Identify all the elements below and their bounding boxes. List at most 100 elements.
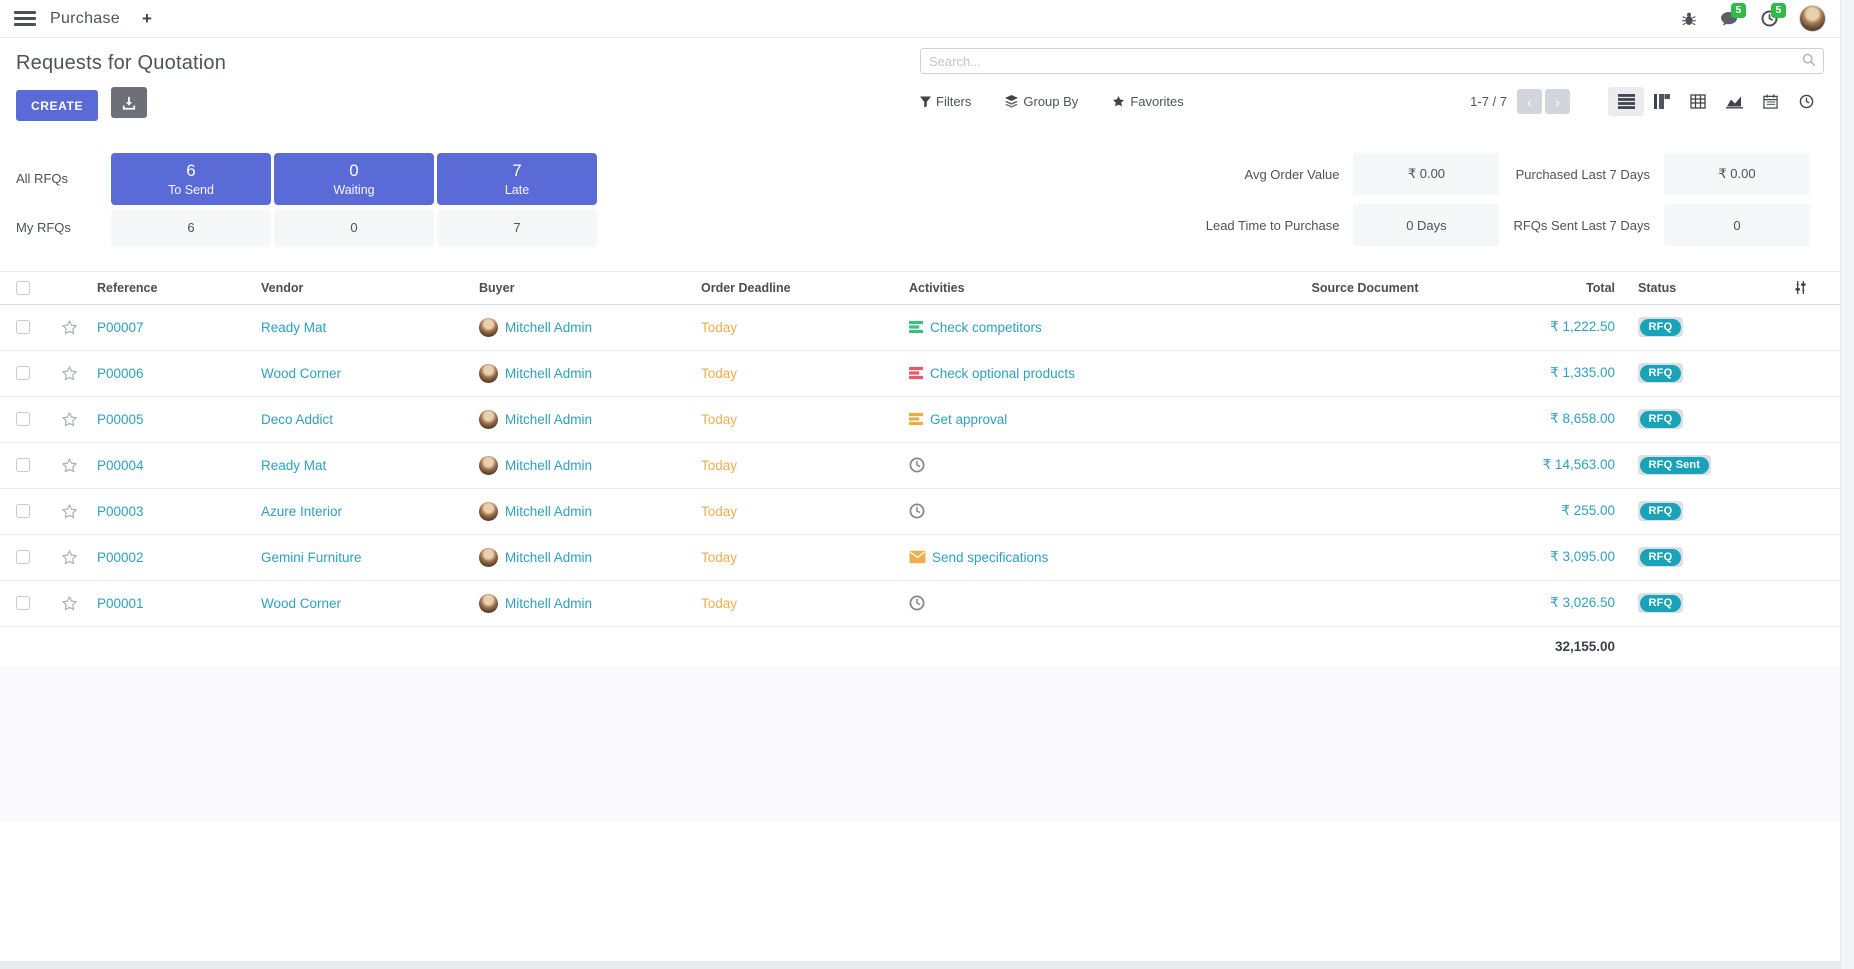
tasks-icon[interactable] [909, 412, 924, 426]
kpi-card-waiting[interactable]: 0 Waiting [274, 153, 434, 205]
table-header-row: Reference Vendor Buyer Order Deadline Ac… [0, 271, 1840, 305]
clock-icon[interactable] [909, 595, 925, 611]
reference-link[interactable]: P00005 [92, 412, 256, 427]
export-button[interactable] [111, 87, 147, 118]
favorite-star-icon[interactable] [61, 319, 78, 336]
table-row[interactable]: P00004 Ready Mat Mitchell Admin Today ₹ … [0, 443, 1840, 489]
activity-link[interactable]: Send specifications [932, 550, 1048, 565]
search-input[interactable] [920, 48, 1824, 74]
favorite-star-icon[interactable] [61, 549, 78, 566]
row-checkbox[interactable] [16, 320, 30, 334]
favorites-button[interactable]: Favorites [1112, 94, 1183, 109]
order-deadline-cell: Today [696, 458, 904, 473]
table-row[interactable]: P00006 Wood Corner Mitchell Admin Today … [0, 351, 1840, 397]
filters-button[interactable]: Filters [920, 94, 971, 109]
vendor-link[interactable]: Wood Corner [256, 366, 474, 381]
kpi-card-late[interactable]: 7 Late [437, 153, 597, 205]
header-buyer[interactable]: Buyer [474, 281, 696, 295]
order-deadline-cell: Today [696, 412, 904, 427]
pager-next-button[interactable]: › [1545, 89, 1570, 114]
buyer-link[interactable]: Mitchell Admin [505, 504, 592, 519]
group-by-button[interactable]: Group By [1005, 94, 1078, 109]
row-checkbox[interactable] [16, 504, 30, 518]
vertical-scrollbar[interactable] [1840, 0, 1854, 969]
row-checkbox[interactable] [16, 412, 30, 426]
buyer-avatar [479, 410, 498, 429]
vendor-link[interactable]: Azure Interior [256, 504, 474, 519]
clock-icon[interactable] [909, 457, 925, 473]
vendor-link[interactable]: Ready Mat [256, 458, 474, 473]
buyer-link[interactable]: Mitchell Admin [505, 596, 592, 611]
row-checkbox[interactable] [16, 550, 30, 564]
messages-icon[interactable]: 5 [1719, 9, 1739, 29]
buyer-link[interactable]: Mitchell Admin [505, 366, 592, 381]
favorite-star-icon[interactable] [61, 503, 78, 520]
select-all-checkbox[interactable] [16, 281, 30, 295]
apps-menu-icon[interactable] [14, 11, 36, 26]
row-checkbox[interactable] [16, 458, 30, 472]
pivot-view-icon[interactable] [1680, 87, 1716, 116]
new-tab-plus-icon[interactable]: + [142, 9, 152, 29]
header-total[interactable]: Total [1490, 281, 1620, 295]
tasks-icon[interactable] [909, 320, 924, 334]
reference-link[interactable]: P00002 [92, 550, 256, 565]
header-activities[interactable]: Activities [904, 281, 1240, 295]
reference-link[interactable]: P00007 [92, 320, 256, 335]
vendor-link[interactable]: Wood Corner [256, 596, 474, 611]
my-late-card[interactable]: 7 [437, 209, 597, 247]
row-checkbox[interactable] [16, 596, 30, 610]
kanban-view-icon[interactable] [1644, 87, 1680, 116]
optional-columns-icon[interactable] [1760, 280, 1840, 295]
table-row[interactable]: P00001 Wood Corner Mitchell Admin Today … [0, 581, 1840, 627]
pager-previous-button[interactable]: ‹ [1517, 89, 1542, 114]
vendor-link[interactable]: Gemini Furniture [256, 550, 474, 565]
buyer-link[interactable]: Mitchell Admin [505, 458, 592, 473]
table-row[interactable]: P00002 Gemini Furniture Mitchell Admin T… [0, 535, 1840, 581]
table-row[interactable]: P00007 Ready Mat Mitchell Admin Today Ch… [0, 305, 1840, 351]
activity-view-icon[interactable] [1788, 87, 1824, 116]
reference-link[interactable]: P00003 [92, 504, 256, 519]
header-order-deadline[interactable]: Order Deadline [696, 281, 904, 295]
buyer-link[interactable]: Mitchell Admin [505, 320, 592, 335]
activity-link[interactable]: Get approval [930, 412, 1007, 427]
reference-link[interactable]: P00001 [92, 596, 256, 611]
my-waiting-card[interactable]: 0 [274, 209, 434, 247]
envelope-icon[interactable] [909, 550, 926, 564]
activity-link[interactable]: Check optional products [930, 366, 1075, 381]
search-icon[interactable] [1802, 53, 1816, 67]
favorite-star-icon[interactable] [61, 411, 78, 428]
buyer-link[interactable]: Mitchell Admin [505, 412, 592, 427]
app-title[interactable]: Purchase [50, 10, 120, 28]
reference-link[interactable]: P00006 [92, 366, 256, 381]
my-to-send-card[interactable]: 6 [111, 209, 271, 247]
clock-icon[interactable] [909, 503, 925, 519]
activity-link[interactable]: Check competitors [930, 320, 1042, 335]
table-row[interactable]: P00003 Azure Interior Mitchell Admin Tod… [0, 489, 1840, 535]
debug-bug-icon[interactable] [1679, 9, 1699, 29]
activities-count-badge: 5 [1771, 3, 1786, 19]
all-rfqs-label: All RFQs [16, 153, 108, 205]
row-checkbox[interactable] [16, 366, 30, 380]
graph-view-icon[interactable] [1716, 87, 1752, 116]
vendor-link[interactable]: Deco Addict [256, 412, 474, 427]
header-source-document[interactable]: Source Document [1240, 281, 1490, 295]
calendar-view-icon[interactable] [1752, 87, 1788, 116]
activities-clock-icon[interactable]: 5 [1759, 9, 1779, 29]
favorite-star-icon[interactable] [61, 457, 78, 474]
create-button[interactable]: CREATE [16, 90, 98, 121]
vendor-link[interactable]: Ready Mat [256, 320, 474, 335]
list-view-icon[interactable] [1608, 87, 1644, 116]
header-vendor[interactable]: Vendor [256, 281, 474, 295]
favorite-star-icon[interactable] [61, 595, 78, 612]
status-badge: RFQ [1638, 317, 1683, 337]
tasks-icon[interactable] [909, 366, 924, 380]
header-status[interactable]: Status [1620, 281, 1760, 295]
page-title: Requests for Quotation [16, 52, 920, 75]
table-row[interactable]: P00005 Deco Addict Mitchell Admin Today … [0, 397, 1840, 443]
header-reference[interactable]: Reference [92, 281, 256, 295]
buyer-link[interactable]: Mitchell Admin [505, 550, 592, 565]
favorite-star-icon[interactable] [61, 365, 78, 382]
reference-link[interactable]: P00004 [92, 458, 256, 473]
kpi-card-to-send[interactable]: 6 To Send [111, 153, 271, 205]
user-avatar[interactable] [1799, 5, 1826, 32]
